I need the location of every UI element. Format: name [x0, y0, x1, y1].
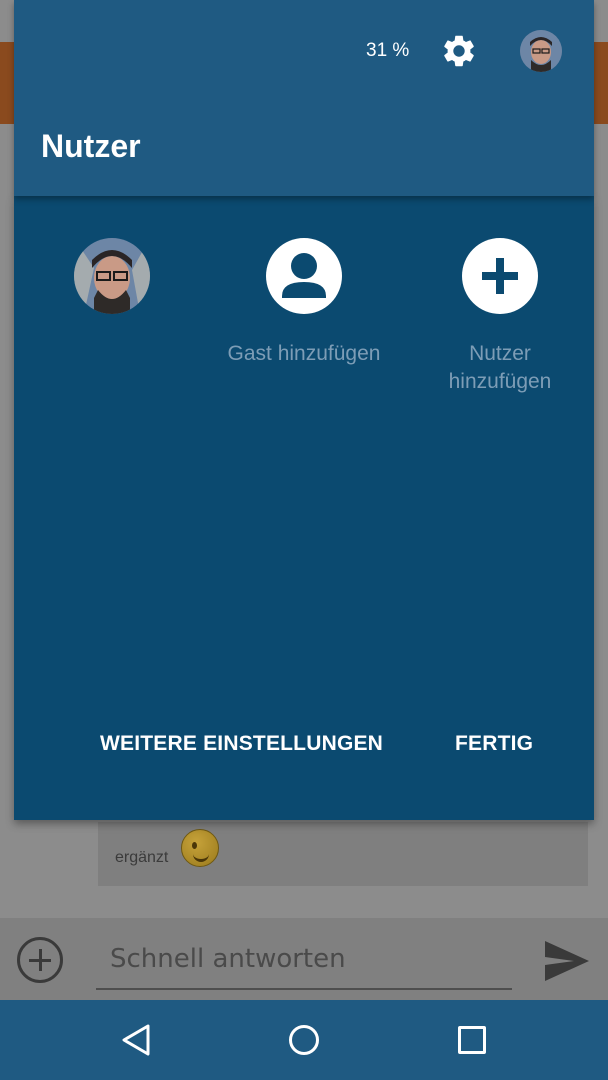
message-bubble [98, 822, 588, 886]
navigation-bar [0, 1000, 608, 1080]
add-guest-tile[interactable]: Gast hinzufügen [206, 238, 402, 368]
back-icon[interactable] [118, 1022, 154, 1058]
avatar[interactable] [74, 238, 150, 314]
add-user-label: Nutzer hinzufügen [402, 340, 598, 396]
quick-reply-input[interactable]: Schnell antworten [96, 940, 512, 990]
add-user-tile[interactable]: Nutzer hinzufügen [402, 238, 598, 396]
message-text: ergänzt [115, 849, 169, 866]
done-button[interactable]: FERTIG [455, 732, 533, 756]
more-settings-button[interactable]: WEITERE EINSTELLUNGEN [100, 732, 383, 756]
add-attachment-icon[interactable] [17, 937, 63, 983]
person-icon[interactable] [266, 238, 342, 314]
send-icon[interactable] [542, 938, 592, 984]
users-panel: Gast hinzufügen Nutzer hinzufügen WEITER… [14, 196, 594, 820]
add-guest-label: Gast hinzufügen [227, 342, 381, 365]
add-user-label-line2: hinzufügen [448, 370, 552, 393]
panel-title: Nutzer [41, 128, 141, 164]
quick-settings-header: 31 % Nutzer [14, 0, 594, 196]
battery-percentage: 31 % [366, 40, 410, 61]
add-user-label-line1: Nutzer [469, 342, 531, 365]
home-icon[interactable] [289, 1025, 319, 1055]
recents-icon[interactable] [458, 1026, 486, 1054]
plus-icon[interactable] [462, 238, 538, 314]
current-user-tile[interactable] [14, 238, 210, 314]
wink-emoji-icon [181, 829, 219, 867]
gear-icon[interactable] [440, 32, 478, 70]
avatar[interactable] [520, 30, 562, 72]
